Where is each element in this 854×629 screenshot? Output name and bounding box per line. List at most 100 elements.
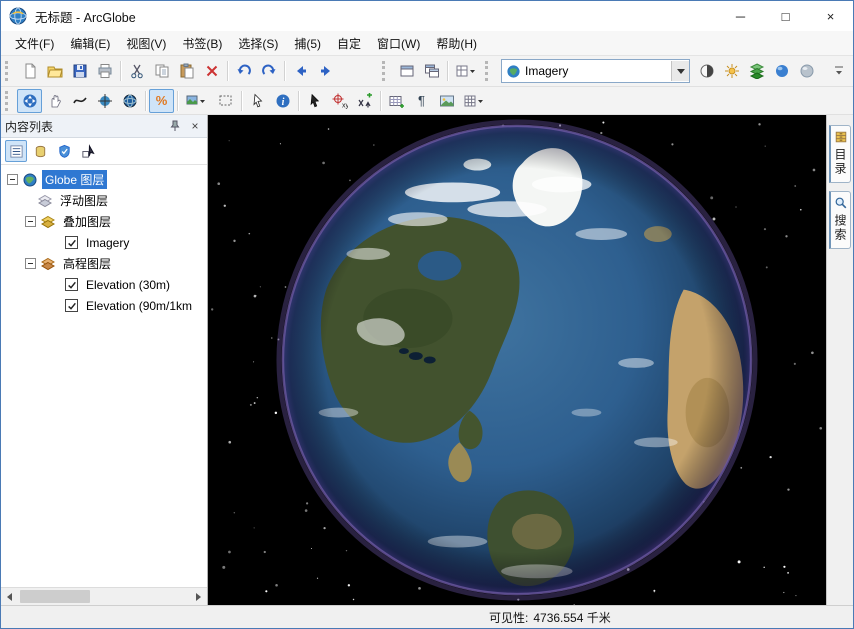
back-arrow-icon (293, 63, 309, 79)
menu-geoprocessing[interactable]: 捕(5) (286, 32, 329, 55)
imagery-checkbox[interactable] (65, 236, 78, 249)
menu-customize[interactable]: 自定 (329, 32, 369, 55)
html-popup-tool[interactable]: ¶ (409, 89, 434, 113)
tab-catalog[interactable]: 目录 (829, 125, 851, 183)
globe-layers-button[interactable] (744, 59, 769, 83)
add-xy-data-tool[interactable] (352, 89, 377, 113)
scrollbar-thumb[interactable] (20, 590, 90, 603)
tree-row-elevation-layers[interactable]: 高程图层 (1, 253, 207, 274)
globe-viewport[interactable] (208, 115, 826, 605)
print-button[interactable] (92, 59, 117, 83)
navigate-tool[interactable] (17, 89, 42, 113)
list-by-selection-button[interactable] (77, 140, 99, 162)
copy-button[interactable] (149, 59, 174, 83)
snapshot-button[interactable] (434, 89, 459, 113)
menu-bookmarks[interactable]: 书签(B) (174, 32, 230, 55)
viewer-window-button[interactable] (394, 59, 419, 83)
cut-button[interactable] (124, 59, 149, 83)
toolbar-separator (380, 91, 381, 111)
tree-row-floating-layers[interactable]: 浮动图层 (1, 190, 207, 211)
tree-label-elevation-30m[interactable]: Elevation (30m) (83, 277, 173, 293)
swipe-layer-dropdown[interactable] (181, 89, 213, 113)
menu-edit[interactable]: 编辑(E) (62, 32, 118, 55)
tree-row-overlay-layers[interactable]: 叠加图层 (1, 211, 207, 232)
minimize-button[interactable]: ─ (718, 1, 763, 31)
close-button[interactable]: × (808, 1, 853, 31)
tree-label-elevation-layers[interactable]: 高程图层 (60, 254, 114, 273)
list-by-source-button[interactable] (29, 140, 51, 162)
toolbar-grip[interactable] (485, 61, 493, 81)
elevation-30m-checkbox[interactable] (65, 278, 78, 291)
list-by-visibility-button[interactable] (53, 140, 75, 162)
tree-row-elevation-30m[interactable]: Elevation (30m) (1, 274, 207, 295)
collapse-expander-icon[interactable] (25, 216, 36, 227)
fly-tool[interactable] (67, 89, 92, 113)
arcglobe-window: 无标题 - ArcGlobe ─ □ × 文件(F) 编辑(E) 视图(V) 书… (0, 0, 854, 629)
go-to-xy-tool[interactable]: xy (327, 89, 352, 113)
select-elements-tool[interactable] (302, 89, 327, 113)
viewer-window-2-button[interactable] (419, 59, 444, 83)
center-on-target-tool[interactable] (92, 89, 117, 113)
layer-manager-dropdown[interactable] (451, 59, 483, 83)
maximize-button[interactable]: □ (763, 1, 808, 31)
delete-button[interactable] (199, 59, 224, 83)
menu-file[interactable]: 文件(F) (7, 32, 62, 55)
undo-button[interactable] (231, 59, 256, 83)
save-button[interactable] (67, 59, 92, 83)
tree-label-globe-layers[interactable]: Globe 图层 (42, 170, 107, 189)
window-icon (399, 63, 415, 79)
previous-extent-button[interactable] (288, 59, 313, 83)
tree-row-elevation-90m[interactable]: Elevation (90m/1km (1, 295, 207, 316)
toolbar-options-button[interactable] (826, 59, 851, 83)
toolbar-grip[interactable] (5, 61, 13, 81)
paste-button[interactable] (174, 59, 199, 83)
xy-glyph: xy (342, 102, 348, 109)
sun-position-button[interactable] (719, 59, 744, 83)
pan-tool[interactable] (42, 89, 67, 113)
select-features-tool[interactable] (245, 89, 270, 113)
toc-header: 内容列表 × (1, 115, 207, 138)
percent-resolution-tool[interactable]: % (149, 89, 174, 113)
redo-button[interactable] (256, 59, 281, 83)
grid-dropdown-button[interactable] (459, 89, 491, 113)
standard-toolbar: Imagery (1, 56, 853, 87)
percent-icon: % (156, 93, 168, 108)
toolbar-grip[interactable] (382, 61, 390, 81)
tree-label-floating-layers[interactable]: 浮动图层 (57, 191, 111, 210)
next-extent-button[interactable] (313, 59, 338, 83)
layer-combo[interactable]: Imagery (501, 59, 690, 83)
menu-window[interactable]: 窗口(W) (369, 32, 428, 55)
gray-sphere-icon (799, 63, 815, 79)
tree-row-imagery[interactable]: Imagery (1, 232, 207, 253)
open-button[interactable] (42, 59, 67, 83)
tree-label-imagery[interactable]: Imagery (83, 235, 132, 251)
scroll-left-button[interactable] (1, 588, 18, 605)
elevation-90m-checkbox[interactable] (65, 299, 78, 312)
full-extent-button[interactable] (117, 89, 142, 113)
scrollbar-track[interactable] (18, 588, 190, 605)
toc-pin-button[interactable] (167, 118, 183, 134)
list-by-drawing-order-button[interactable] (5, 140, 27, 162)
globe-sphere-2-button[interactable] (794, 59, 819, 83)
table-icon (389, 93, 405, 109)
menu-selection[interactable]: 选择(S) (230, 32, 286, 55)
tab-search[interactable]: 搜索 (829, 191, 851, 249)
tree-label-overlay-layers[interactable]: 叠加图层 (60, 212, 114, 231)
menu-view[interactable]: 视图(V) (118, 32, 174, 55)
toc-horizontal-scrollbar[interactable] (1, 587, 207, 605)
daylight-button[interactable] (694, 59, 719, 83)
tree-row-globe-layers[interactable]: Globe 图层 (1, 169, 207, 190)
collapse-expander-icon[interactable] (7, 174, 18, 185)
area-frame-tool[interactable] (213, 89, 238, 113)
menu-help[interactable]: 帮助(H) (428, 32, 485, 55)
globe-sphere-button[interactable] (769, 59, 794, 83)
scroll-right-button[interactable] (190, 588, 207, 605)
identify-tool[interactable]: i (270, 89, 295, 113)
collapse-expander-icon[interactable] (25, 258, 36, 269)
new-document-button[interactable] (17, 59, 42, 83)
toc-close-button[interactable]: × (187, 118, 203, 134)
toolbar-grip[interactable] (5, 91, 13, 111)
tree-label-elevation-90m[interactable]: Elevation (90m/1km (83, 298, 195, 314)
open-table-button[interactable] (384, 89, 409, 113)
layer-combo-dropdown-button[interactable] (671, 61, 689, 81)
